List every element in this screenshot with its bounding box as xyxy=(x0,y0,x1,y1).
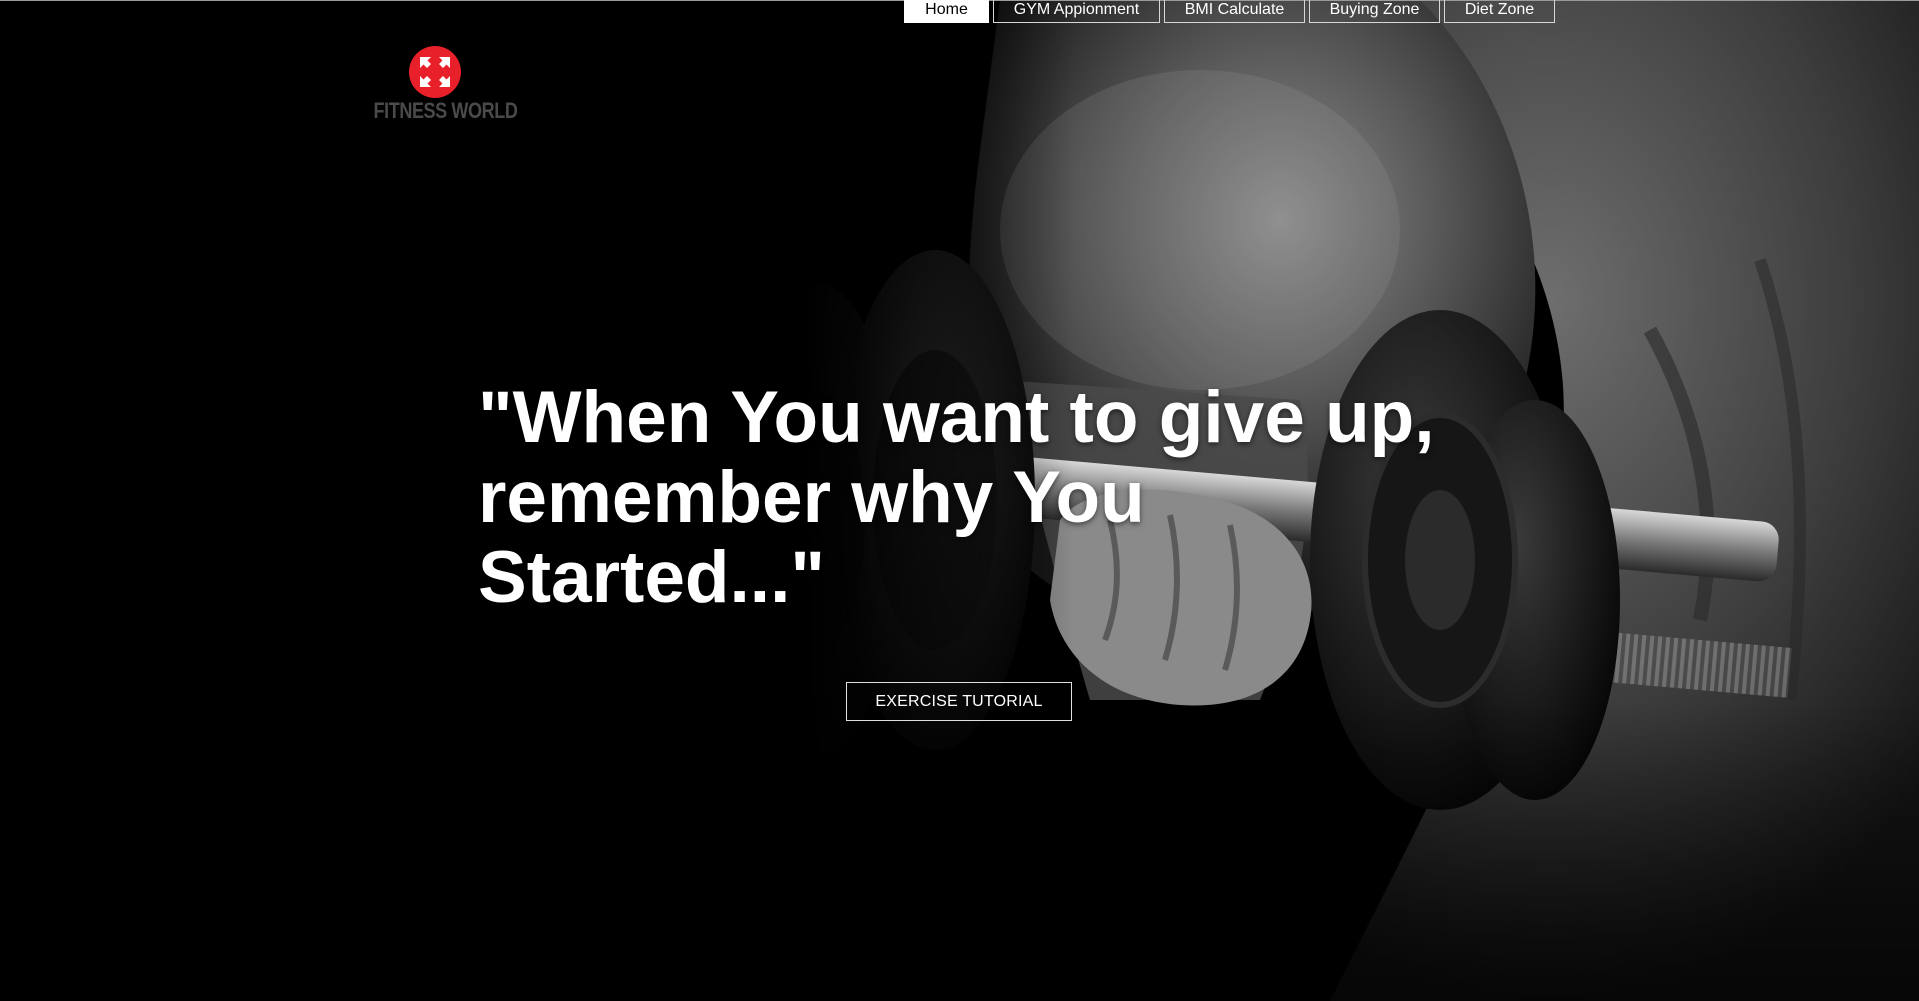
hero-section: Home GYM Appionment BMI Calculate Buying… xyxy=(0,0,1919,1001)
main-nav: Home GYM Appionment BMI Calculate Buying… xyxy=(904,0,1555,23)
nav-bmi-calculate[interactable]: BMI Calculate xyxy=(1164,0,1305,23)
nav-gym-appointment[interactable]: GYM Appionment xyxy=(993,0,1160,23)
hero-headline: "When You want to give up, remember why … xyxy=(478,378,1438,618)
headline-line-2: remember why You xyxy=(478,457,1145,538)
nav-home[interactable]: Home xyxy=(904,0,989,23)
nav-buying-zone[interactable]: Buying Zone xyxy=(1309,0,1440,23)
headline-line-3: Started..." xyxy=(478,537,825,618)
arrows-expand-icon xyxy=(409,46,461,98)
nav-diet-zone[interactable]: Diet Zone xyxy=(1444,0,1555,23)
headline-line-1: "When You want to give up, xyxy=(478,377,1435,458)
site-logo[interactable]: FITNESS WORLD xyxy=(360,42,518,127)
logo-text: FITNESS WORLD xyxy=(373,98,518,123)
exercise-tutorial-button[interactable]: EXERCISE TUTORIAL xyxy=(846,682,1072,721)
